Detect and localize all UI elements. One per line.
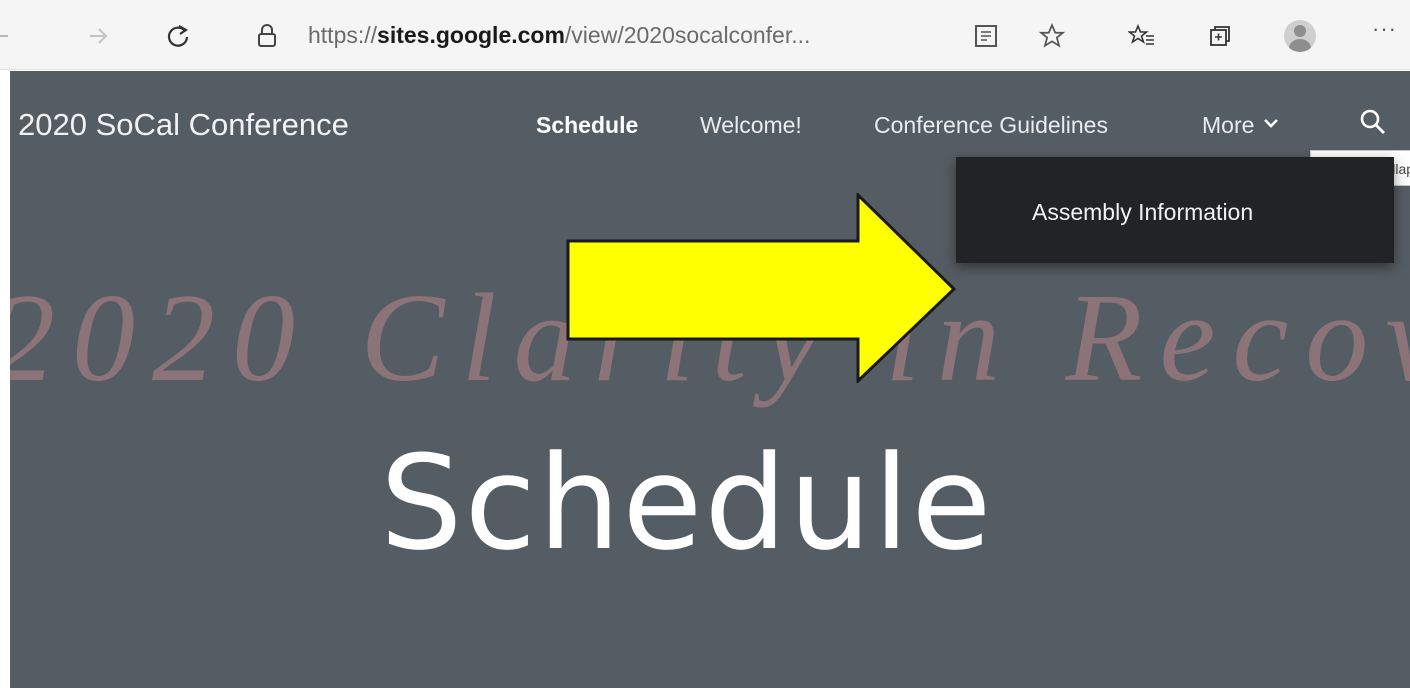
- chevron-down-icon: [1262, 116, 1280, 135]
- browser-toolbar: https://sites.google.com/view/2020socalc…: [0, 0, 1410, 70]
- nav-more-label: More: [1202, 112, 1255, 138]
- nav-item-schedule[interactable]: Schedule: [536, 112, 638, 139]
- url-text: https://sites.google.com/view/2020socalc…: [308, 22, 810, 49]
- search-icon[interactable]: [1358, 107, 1398, 147]
- site-page: 2020 Clarity in Recovery 2020 SoCal Conf…: [10, 71, 1410, 688]
- avatar-icon[interactable]: [1280, 16, 1320, 56]
- nav-item-welcome[interactable]: Welcome!: [700, 112, 802, 139]
- url-path: /view/2020socalconfer...: [564, 22, 811, 48]
- site-title[interactable]: 2020 SoCal Conference: [18, 107, 349, 143]
- url-host: sites.google.com: [377, 22, 565, 48]
- yellow-arrow-annotation: [566, 193, 957, 383]
- url-scheme: https://: [308, 22, 378, 48]
- collections-icon[interactable]: [1200, 16, 1240, 56]
- star-icon[interactable]: [1032, 16, 1072, 56]
- arrow-left-icon[interactable]: [0, 14, 22, 58]
- favorites-icon[interactable]: [1122, 16, 1162, 56]
- nav-item-conference-guidelines[interactable]: Conference Guidelines: [874, 112, 1108, 139]
- nav-more-button[interactable]: More: [1202, 112, 1280, 139]
- arrow-right-icon[interactable]: [76, 14, 120, 58]
- refresh-icon[interactable]: [156, 14, 200, 58]
- page-title: Schedule: [380, 427, 994, 579]
- more-dropdown-menu: Assembly Information: [956, 157, 1394, 263]
- dropdown-item-assembly-information[interactable]: Assembly Information: [1032, 199, 1253, 226]
- browser-more-menu[interactable]: ···: [1372, 16, 1397, 42]
- lock-icon: [256, 23, 278, 54]
- reader-view-icon[interactable]: [966, 16, 1006, 56]
